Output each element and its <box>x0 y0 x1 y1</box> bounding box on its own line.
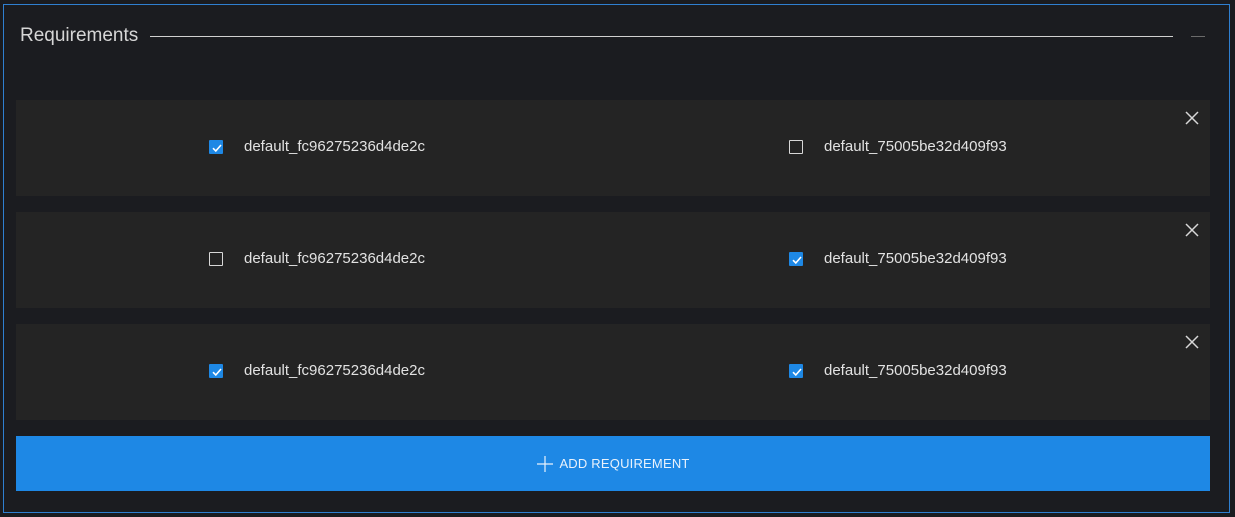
close-icon[interactable] <box>1185 111 1199 125</box>
requirement-option[interactable]: default_fc96275236d4de2c <box>209 250 425 267</box>
checkbox[interactable] <box>789 251 803 266</box>
requirement-row: default_fc96275236d4de2c default_75005be… <box>16 324 1210 420</box>
requirement-option[interactable]: default_fc96275236d4de2c <box>209 362 425 379</box>
option-label: default_75005be32d409f93 <box>824 362 1007 379</box>
requirement-row: default_fc96275236d4de2c default_75005be… <box>16 100 1210 196</box>
panel-title: Requirements <box>20 25 139 46</box>
option-label: default_fc96275236d4de2c <box>244 138 425 155</box>
option-label: default_fc96275236d4de2c <box>244 250 425 267</box>
checkbox[interactable] <box>209 139 223 154</box>
minus-icon[interactable] <box>1191 29 1205 43</box>
requirement-option[interactable]: default_75005be32d409f93 <box>789 362 1007 379</box>
checkbox[interactable] <box>209 363 223 378</box>
requirement-option[interactable]: default_75005be32d409f93 <box>789 250 1007 267</box>
checkbox[interactable] <box>209 251 223 266</box>
requirements-list: default_fc96275236d4de2c default_75005be… <box>16 100 1210 436</box>
requirement-row: default_fc96275236d4de2c default_75005be… <box>16 212 1210 308</box>
add-requirement-button[interactable]: ADD REQUIREMENT <box>16 436 1210 491</box>
checkbox[interactable] <box>789 139 803 154</box>
close-icon[interactable] <box>1185 223 1199 237</box>
plus-icon <box>536 455 554 473</box>
panel-header: Requirements <box>20 23 1213 49</box>
option-label: default_75005be32d409f93 <box>824 250 1007 267</box>
option-label: default_fc96275236d4de2c <box>244 362 425 379</box>
option-label: default_75005be32d409f93 <box>824 138 1007 155</box>
checkbox[interactable] <box>789 363 803 378</box>
header-divider <box>150 35 1173 37</box>
requirement-option[interactable]: default_fc96275236d4de2c <box>209 138 425 155</box>
requirement-option[interactable]: default_75005be32d409f93 <box>789 138 1007 155</box>
close-icon[interactable] <box>1185 335 1199 349</box>
add-requirement-label: ADD REQUIREMENT <box>559 456 690 471</box>
